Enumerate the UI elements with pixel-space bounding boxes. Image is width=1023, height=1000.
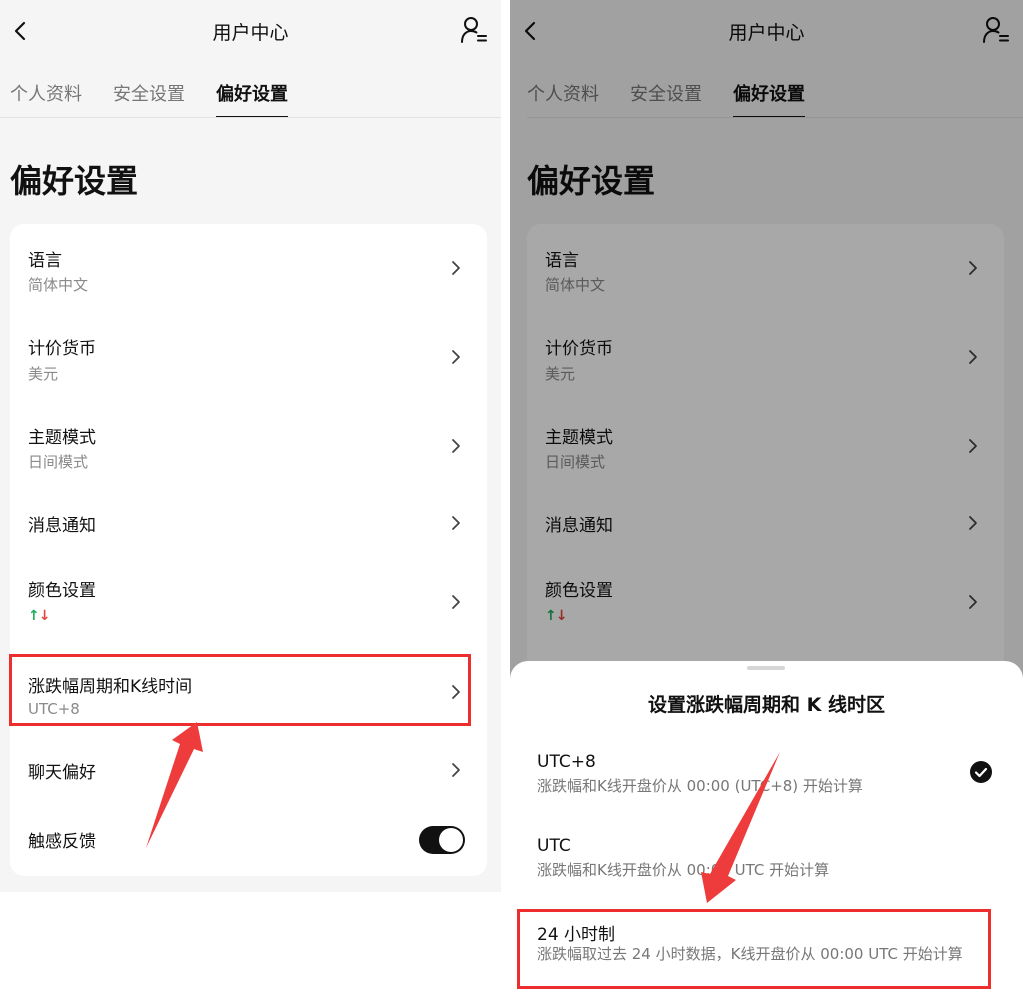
settings-item-color-settings[interactable]: 颜色设置 ↑↓	[10, 556, 487, 648]
toggle-knob	[439, 828, 463, 852]
header-title: 用户中心	[212, 22, 289, 44]
option-description: 涨跌幅和K线开盘价从 00:00 UTC 开始计算	[537, 861, 830, 879]
item-label: 消息通知	[28, 516, 96, 536]
item-label: 语言	[28, 251, 62, 271]
divider	[0, 117, 501, 118]
item-value: 日间模式	[28, 453, 89, 471]
settings-item-language[interactable]: 语言 简体中文	[10, 224, 487, 312]
tab-preference-settings[interactable]: 偏好设置	[216, 80, 288, 118]
highlight-box-24-hour-option	[517, 909, 991, 989]
option-utc-plus-8[interactable]: UTC+8 涨跌幅和K线开盘价从 00:00 (UTC+8) 开始计算	[510, 752, 1023, 822]
settings-item-haptic-feedback: 触感反馈	[10, 804, 487, 876]
chevron-right-icon	[452, 516, 460, 530]
header: 用户中心	[0, 0, 501, 62]
item-value: 美元	[28, 365, 59, 383]
option-utc[interactable]: UTC 涨跌幅和K线开盘价从 00:00 UTC 开始计算	[510, 836, 1023, 906]
highlight-box-kline-time-setting	[9, 654, 471, 726]
chevron-right-icon	[452, 261, 460, 275]
option-label: UTC	[537, 836, 571, 856]
user-settings-icon[interactable]	[459, 15, 489, 45]
page-title: 偏好设置	[10, 162, 139, 200]
haptic-feedback-toggle[interactable]	[419, 826, 465, 854]
price-direction-indicator: ↑↓	[28, 608, 51, 624]
tab-label: 个人资料	[10, 84, 82, 105]
tab-security-settings[interactable]: 安全设置	[113, 80, 185, 118]
item-label: 计价货币	[28, 339, 96, 359]
settings-item-pricing-currency[interactable]: 计价货币 美元	[10, 312, 487, 401]
option-label: UTC+8	[537, 752, 596, 772]
tab-personal-info[interactable]: 个人资料	[10, 80, 82, 118]
settings-item-theme-mode[interactable]: 主题模式 日间模式	[10, 401, 487, 490]
tab-label: 安全设置	[113, 84, 185, 105]
item-value: 简体中文	[28, 276, 89, 294]
user-center-screen-left: 用户中心 个人资料 安全设置 偏好设置 偏好设置 语言 简体中文 计价货币 美元…	[0, 0, 501, 892]
chevron-right-icon	[452, 595, 460, 609]
item-label: 聊天偏好	[28, 763, 96, 783]
option-description: 涨跌幅和K线开盘价从 00:00 (UTC+8) 开始计算	[537, 777, 863, 795]
item-label: 触感反馈	[28, 832, 96, 852]
chevron-right-icon	[452, 439, 460, 453]
sheet-title: 设置涨跌幅周期和 K 线时区	[648, 694, 885, 716]
settings-item-chat-preference[interactable]: 聊天偏好	[10, 734, 487, 804]
arrow-down-red-icon: ↓	[38, 608, 51, 624]
settings-card: 语言 简体中文 计价货币 美元 主题模式 日间模式 消息通知 颜色设置 ↑↓ 涨…	[10, 224, 487, 876]
settings-item-notifications[interactable]: 消息通知	[10, 490, 487, 556]
sheet-grabber[interactable]	[747, 666, 785, 670]
selected-check-icon	[970, 761, 992, 783]
chevron-right-icon	[452, 350, 460, 364]
tab-label: 偏好设置	[216, 84, 288, 105]
arrow-up-green-icon: ↑	[28, 608, 40, 624]
chevron-right-icon	[452, 763, 460, 777]
item-label: 颜色设置	[28, 581, 96, 601]
item-label: 主题模式	[28, 428, 96, 448]
